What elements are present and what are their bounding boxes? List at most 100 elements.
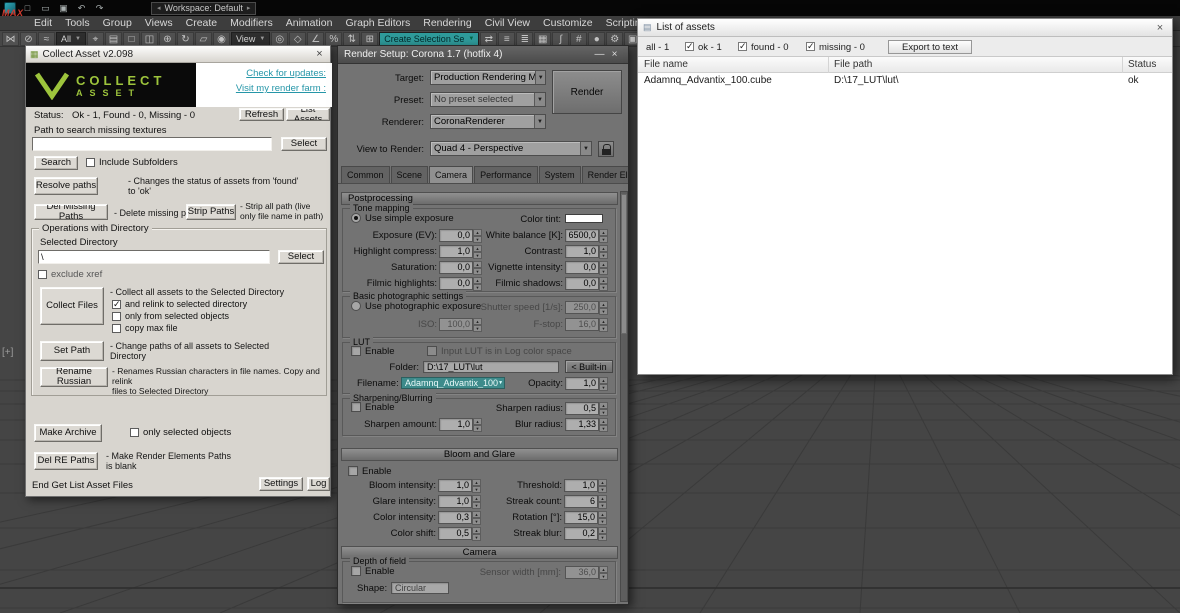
column-divider[interactable] — [1122, 57, 1123, 73]
tab-performance[interactable]: Performance — [474, 166, 538, 183]
exclude-xref-checkbox[interactable] — [38, 270, 47, 279]
preset-dropdown[interactable]: No preset selected — [430, 92, 546, 107]
copy-max-file-checkbox[interactable] — [112, 324, 121, 333]
vignette-intensity-spinner[interactable]: 0,0 — [565, 261, 608, 275]
rotation-spinner[interactable]: 15,0 — [564, 511, 607, 525]
log-button[interactable]: Log — [307, 477, 330, 491]
column-file-name[interactable]: File name — [644, 59, 688, 70]
menu-group[interactable]: Group — [103, 17, 132, 29]
color-intensity-spinner[interactable]: 0,3 — [438, 511, 481, 525]
white-balance-spinner[interactable]: 6500,0 — [565, 229, 608, 243]
rectangular-selection-icon[interactable]: □ — [122, 31, 140, 46]
strip-paths-button[interactable]: Strip Paths — [186, 204, 236, 220]
refresh-button[interactable]: Refresh — [239, 108, 284, 121]
align-icon[interactable]: ≡ — [498, 31, 516, 46]
spinner-value[interactable]: 16,0 — [565, 318, 599, 331]
fstop-spinner[interactable]: 16,0 — [565, 318, 608, 332]
color-tint-swatch[interactable] — [565, 214, 603, 223]
select-and-scale-icon[interactable]: ▱ — [194, 31, 212, 46]
del-re-paths-button[interactable]: Del RE Paths — [34, 452, 98, 470]
spinner-arrows-icon[interactable] — [599, 318, 608, 332]
window-crossing-icon[interactable]: ◫ — [140, 31, 158, 46]
filmic-highlights-spinner[interactable]: 0,0 — [439, 277, 482, 291]
spinner-arrows-icon[interactable] — [599, 418, 608, 432]
lut-builtin-button[interactable]: < Built-in — [565, 360, 613, 373]
dof-enable-checkbox[interactable] — [351, 566, 361, 576]
tab-render-elements[interactable]: Render Elements — [581, 166, 628, 183]
named-selection-sets-icon[interactable]: ⊞ — [361, 31, 379, 46]
use-simple-exposure-radio[interactable] — [351, 213, 361, 223]
filter-ok-checkbox[interactable] — [685, 41, 694, 52]
spinner-arrows-icon[interactable] — [599, 566, 608, 580]
minimize-icon[interactable]: — — [592, 49, 607, 60]
menu-civil-view[interactable]: Civil View — [485, 17, 530, 29]
bind-to-space-warp-icon[interactable]: ≈ — [38, 31, 55, 46]
redo-icon[interactable]: ↷ — [93, 1, 106, 15]
chevron-down-icon[interactable] — [534, 93, 545, 106]
column-divider[interactable] — [828, 57, 829, 73]
filmic-shadows-spinner[interactable]: 0,0 — [565, 277, 608, 291]
make-archive-button[interactable]: Make Archive — [34, 424, 102, 442]
filter-found-checkbox[interactable] — [738, 41, 747, 52]
shutter-speed-spinner[interactable]: 250,0 — [565, 301, 608, 315]
spinner-value[interactable]: 6500,0 — [565, 229, 599, 242]
max-app-button[interactable]: MAX — [2, 8, 24, 18]
render-setup-titlebar[interactable]: Render Setup: Corona 1.7 (hotfix 4) — × — [338, 46, 628, 64]
streak-count-spinner[interactable]: 6 — [564, 495, 607, 509]
menu-tools[interactable]: Tools — [65, 17, 90, 29]
spinner-value[interactable]: 100,0 — [439, 318, 473, 331]
view-to-render-dropdown[interactable]: Quad 4 - Perspective — [430, 141, 592, 156]
sharpen-enable-checkbox[interactable] — [351, 402, 361, 412]
menu-graph-editors[interactable]: Graph Editors — [345, 17, 410, 29]
search-path-select-button[interactable]: Select — [281, 137, 327, 151]
resolve-paths-button[interactable]: Resolve paths — [34, 177, 98, 195]
column-file-path[interactable]: File path — [834, 59, 872, 70]
collect-files-button[interactable]: Collect Files — [40, 287, 104, 325]
exposure-ev-spinner[interactable]: 0,0 — [439, 229, 482, 243]
spinner-arrows-icon[interactable] — [599, 229, 608, 243]
cell-status[interactable]: ok — [1128, 75, 1139, 86]
ribbon-icon[interactable]: ▦ — [534, 31, 552, 46]
selection-filter-dropdown[interactable]: All — [56, 31, 86, 46]
iso-spinner[interactable]: 100,0 — [439, 318, 482, 332]
color-shift-spinner[interactable]: 0,5 — [438, 527, 481, 541]
spinner-arrows-icon[interactable] — [598, 527, 607, 541]
bloom-enable-checkbox[interactable] — [348, 466, 358, 476]
tab-scene[interactable]: Scene — [390, 166, 429, 183]
spinner-arrows-icon[interactable] — [599, 377, 608, 391]
spinner-value[interactable]: 0,0 — [565, 261, 599, 274]
highlight-compress-spinner[interactable]: 1,0 — [439, 245, 482, 259]
include-subfolders-checkbox[interactable] — [86, 158, 95, 167]
viewport-plus-label[interactable]: [+] — [2, 347, 13, 358]
spinner-value[interactable]: 1,0 — [565, 245, 599, 258]
export-to-text-button[interactable]: Export to text — [888, 40, 972, 54]
settings-button[interactable]: Settings — [259, 477, 303, 491]
column-status[interactable]: Status — [1128, 59, 1156, 70]
close-icon[interactable]: × — [313, 48, 326, 60]
del-missing-paths-button[interactable]: Del Missing Paths — [34, 204, 108, 220]
spinner-value[interactable]: 0,0 — [565, 277, 599, 290]
spinner-value[interactable]: 36,0 — [565, 566, 599, 579]
spinner-value[interactable]: 0,0 — [439, 229, 473, 242]
lut-folder-path[interactable]: D:\17_LUT\lut — [423, 361, 559, 373]
menu-views[interactable]: Views — [145, 17, 173, 29]
menu-modifiers[interactable]: Modifiers — [230, 17, 273, 29]
rename-russian-button[interactable]: Rename Russian — [40, 367, 108, 387]
close-icon[interactable]: × — [1153, 22, 1167, 34]
collect-asset-titlebar[interactable]: ▦ Collect Asset v2.098 × — [26, 46, 330, 63]
select-and-move-icon[interactable]: ⊕ — [158, 31, 176, 46]
sharpen-amount-spinner[interactable]: 1,0 — [439, 418, 482, 432]
lut-enable-checkbox[interactable] — [351, 346, 361, 356]
threshold-spinner[interactable]: 1,0 — [564, 479, 607, 493]
select-object-icon[interactable]: ⌖ — [86, 31, 104, 46]
spinner-value[interactable]: 1,33 — [565, 418, 599, 431]
menu-animation[interactable]: Animation — [286, 17, 333, 29]
spinner-arrows-icon[interactable] — [598, 479, 607, 493]
only-selected-objects-checkbox[interactable] — [112, 312, 121, 321]
spinner-snap-icon[interactable]: ⇅ — [343, 31, 361, 46]
render-setup-icon[interactable]: ⚙ — [606, 31, 624, 46]
search-path-input[interactable] — [32, 137, 272, 151]
spinner-arrows-icon[interactable] — [598, 511, 607, 525]
set-path-button[interactable]: Set Path — [40, 341, 104, 361]
select-by-name-icon[interactable]: ▤ — [104, 31, 122, 46]
